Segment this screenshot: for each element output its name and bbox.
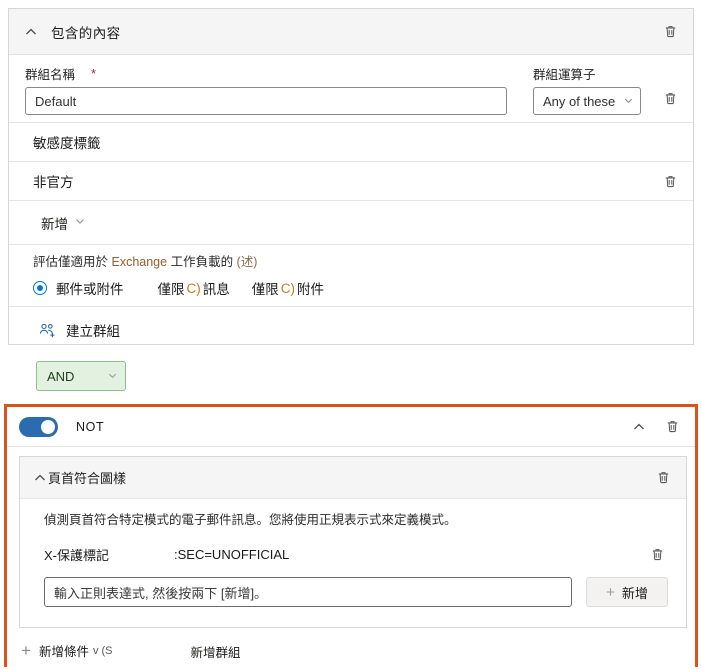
chevron-up-icon[interactable]: [32, 470, 48, 486]
exchange-note: 評估僅適用於 Exchange 工作負載的 (述): [33, 251, 681, 270]
group-operator-value: Any of these: [543, 93, 616, 109]
radio-attachment-only-prefix: 僅限: [251, 282, 279, 297]
header-pattern-header[interactable]: 頁首符合圖樣: [20, 457, 686, 499]
add-regex-button[interactable]: + 新增: [586, 577, 668, 608]
required-marker: *: [91, 65, 97, 81]
bottom-actions: + 新增條件 v (S 新增群組: [7, 635, 695, 669]
radio-mail-or-attachment-label: 郵件或附件: [56, 282, 124, 297]
plus-icon: +: [606, 583, 615, 601]
exchange-note-suffix: (述): [236, 255, 258, 269]
radio-unchecked-glyph: C): [186, 280, 201, 296]
non-official-row: 非官方: [9, 162, 693, 201]
add-dropdown[interactable]: 新增: [41, 213, 86, 233]
header-pattern-card: 頁首符合圖樣 偵測頁首符合特定模式的電子郵件訊息。您將使用正規表示式來定義模式。…: [19, 456, 687, 628]
radio-mail-or-attachment[interactable]: 郵件或附件: [33, 278, 124, 298]
group-operator-dropdown[interactable]: Any of these: [533, 87, 641, 115]
group-operator-field: 群組運算子 Any of these: [533, 65, 641, 115]
header-pattern-description: 偵測頁首符合特定模式的電子郵件訊息。您將使用正規表示式來定義模式。: [44, 513, 457, 527]
not-toggle[interactable]: [19, 416, 58, 437]
chevron-up-icon[interactable]: [631, 419, 647, 435]
add-regex-button-label: 新增: [621, 585, 648, 601]
group-name-label: 群組名稱: [25, 67, 76, 82]
scope-radio-group: 郵件或附件 僅限 C) 訊息 僅限 C) 附件: [33, 278, 681, 298]
radio-message-only[interactable]: 僅限 C) 訊息: [158, 278, 230, 298]
group-name-row: 群組名稱 * Default 群組運算子 Any of these: [9, 55, 693, 123]
included-content-title: 包含的內容: [51, 25, 121, 41]
trash-icon[interactable]: [661, 416, 683, 438]
radio-unchecked-glyph: C): [280, 280, 295, 296]
add-group-button[interactable]: 新增群組: [191, 642, 241, 661]
group-name-label-wrap: 群組名稱 *: [25, 65, 507, 82]
add-condition-button[interactable]: + 新增條件 v (S: [21, 641, 113, 660]
plus-icon: +: [21, 641, 31, 660]
group-name-input[interactable]: Default: [25, 87, 507, 115]
radio-message-only-suffix: 訊息: [202, 282, 230, 297]
tag-row: X-保護標記 :SEC=UNOFFICIAL: [44, 543, 674, 565]
exchange-note-accent: Exchange: [111, 255, 168, 269]
tag-key: X-保護標記: [44, 547, 110, 563]
exchange-scope-row: 評估僅適用於 Exchange 工作負載的 (述) 郵件或附件 僅限 C) 訊息…: [9, 245, 693, 307]
create-group-row: 建立群組: [9, 307, 693, 353]
included-content-card: 包含的內容 群組名稱 * Default 群組運算子 Any of these: [8, 8, 694, 345]
trash-icon[interactable]: [652, 467, 674, 489]
group-name-field: 群組名稱 * Default: [25, 65, 507, 115]
chevron-down-icon: [623, 94, 634, 109]
chevron-down-icon: [107, 369, 118, 384]
radio-dot-icon: [33, 281, 47, 295]
non-official-text: 非官方: [33, 175, 74, 190]
add-label-row: 新增: [9, 201, 693, 245]
trash-icon[interactable]: [659, 21, 681, 43]
not-toggle-label: NOT: [76, 419, 105, 434]
exchange-note-prefix: 評估僅適用於: [33, 255, 112, 269]
group-operator-label: 群組運算子: [533, 67, 596, 82]
not-block-panel: NOT 頁首符合圖樣 偵測頁首符合特定模式的電子郵件訊息。您將使用正規表示式來定…: [4, 404, 698, 667]
create-group-label: 建立群組: [66, 324, 120, 339]
tag-value: :SEC=UNOFFICIAL: [174, 546, 290, 562]
radio-attachment-only-suffix: 附件: [297, 282, 324, 297]
logical-operator-value: AND: [47, 368, 75, 384]
sensitivity-label-row: 敏感度標籤: [9, 123, 693, 162]
trash-icon[interactable]: [646, 543, 668, 565]
add-dropdown-label: 新增: [41, 216, 68, 232]
regex-entry-row: 輸入正則表達式, 然後按兩下 [新增]。 + 新增: [44, 577, 674, 608]
trash-icon[interactable]: [659, 87, 681, 109]
chevron-down-icon: [74, 215, 86, 230]
trash-icon[interactable]: [659, 170, 681, 192]
radio-attachment-only[interactable]: 僅限 C) 附件: [252, 278, 324, 298]
not-block-header: NOT: [7, 407, 695, 447]
add-condition-suffix: v (S: [92, 644, 113, 657]
regex-input[interactable]: 輸入正則表達式, 然後按兩下 [新增]。: [44, 577, 572, 608]
radio-message-only-prefix: 僅限: [157, 282, 185, 297]
logical-operator-dropdown[interactable]: AND: [36, 361, 126, 391]
header-pattern-body: 偵測頁首符合特定模式的電子郵件訊息。您將使用正規表示式來定義模式。 X-保護標記…: [20, 499, 686, 608]
add-group-label: 新增群組: [190, 646, 241, 660]
chevron-up-icon[interactable]: [23, 24, 39, 40]
sensitivity-label-text: 敏感度標籤: [33, 136, 101, 151]
exchange-note-middle: 工作負載的: [167, 255, 237, 269]
included-content-header[interactable]: 包含的內容: [9, 9, 693, 55]
people-add-icon: [39, 322, 57, 338]
create-group-button[interactable]: 建立群組: [39, 320, 120, 340]
header-pattern-title: 頁首符合圖樣: [48, 471, 127, 486]
add-condition-label: 新增條件: [38, 645, 89, 659]
